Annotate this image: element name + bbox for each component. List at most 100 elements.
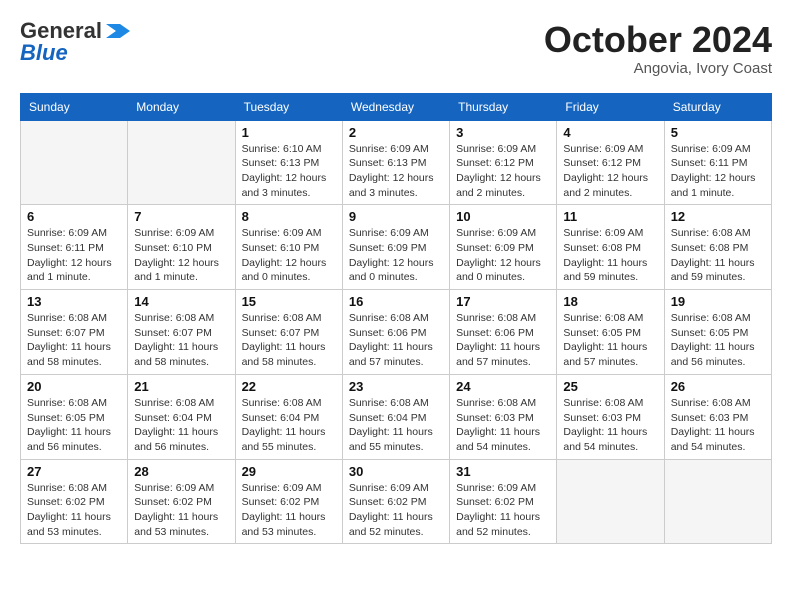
title-block: October 2024 Angovia, Ivory Coast (544, 20, 772, 77)
calendar-cell: 10Sunrise: 6:09 AM Sunset: 6:09 PM Dayli… (450, 205, 557, 290)
logo: General Blue (20, 20, 130, 64)
calendar-cell: 19 Sunrise: 6:08 AM Sunset: 6:05 PM Dayli… (664, 290, 771, 375)
day-info: Sunrise: 6:08 AM Sunset: 6:02 PM Dayligh… (27, 481, 121, 540)
day-info: Sunrise: 6:09 AM Sunset: 6:02 PM Dayligh… (456, 481, 550, 540)
day-number: 26 (671, 379, 765, 394)
day-number: 25 (563, 379, 657, 394)
month-title: October 2024 (544, 20, 772, 60)
day-number: 11 (563, 209, 657, 224)
day-info: Sunrise: 6:09 AM Sunset: 6:02 PM Dayligh… (134, 481, 228, 540)
day-info: Sunrise: 6:09 AM Sunset: 6:13 PM Dayligh… (349, 142, 443, 201)
day-number: 20 (27, 379, 121, 394)
calendar-cell: 13Sunrise: 6:08 AM Sunset: 6:07 PM Dayli… (21, 290, 128, 375)
day-number: 9 (349, 209, 443, 224)
calendar-cell: 14 Sunrise: 6:08 AM Sunset: 6:07 PM Dayli… (128, 290, 235, 375)
day-info: Sunrise: 6:08 AM Sunset: 6:03 PM Dayligh… (456, 396, 550, 455)
day-info: Sunrise: 6:09 AM Sunset: 6:08 PM Dayligh… (563, 226, 657, 285)
calendar-cell: 4Sunrise: 6:09 AM Sunset: 6:12 PM Daylig… (557, 120, 664, 205)
calendar-cell: 27Sunrise: 6:08 AM Sunset: 6:02 PM Dayli… (21, 459, 128, 544)
calendar-cell: 8 Sunrise: 6:09 AM Sunset: 6:10 PM Daylig… (235, 205, 342, 290)
day-number: 15 (242, 294, 336, 309)
day-info: Sunrise: 6:08 AM Sunset: 6:04 PM Dayligh… (242, 396, 336, 455)
calendar-cell: 31 Sunrise: 6:09 AM Sunset: 6:02 PM Dayli… (450, 459, 557, 544)
calendar-cell: 11 Sunrise: 6:09 AM Sunset: 6:08 PM Dayli… (557, 205, 664, 290)
calendar-week-4: 27Sunrise: 6:08 AM Sunset: 6:02 PM Dayli… (21, 459, 772, 544)
day-number: 4 (563, 125, 657, 140)
calendar-week-2: 13Sunrise: 6:08 AM Sunset: 6:07 PM Dayli… (21, 290, 772, 375)
day-info: Sunrise: 6:09 AM Sunset: 6:10 PM Dayligh… (134, 226, 228, 285)
location: Angovia, Ivory Coast (544, 60, 772, 77)
day-info: Sunrise: 6:08 AM Sunset: 6:08 PM Dayligh… (671, 226, 765, 285)
day-number: 2 (349, 125, 443, 140)
calendar-cell: 5 Sunrise: 6:09 AM Sunset: 6:11 PM Daylig… (664, 120, 771, 205)
calendar-cell: 12 Sunrise: 6:08 AM Sunset: 6:08 PM Dayli… (664, 205, 771, 290)
day-number: 16 (349, 294, 443, 309)
day-number: 24 (456, 379, 550, 394)
day-number: 18 (563, 294, 657, 309)
calendar-header-tuesday: Tuesday (235, 93, 342, 120)
logo-blue: Blue (20, 42, 68, 64)
calendar-cell: 15Sunrise: 6:08 AM Sunset: 6:07 PM Dayli… (235, 290, 342, 375)
calendar-cell: 23 Sunrise: 6:08 AM Sunset: 6:04 PM Dayli… (342, 374, 449, 459)
day-number: 6 (27, 209, 121, 224)
day-info: Sunrise: 6:09 AM Sunset: 6:02 PM Dayligh… (349, 481, 443, 540)
calendar-cell: 26 Sunrise: 6:08 AM Sunset: 6:03 PM Dayli… (664, 374, 771, 459)
logo-icon (106, 24, 130, 38)
day-info: Sunrise: 6:08 AM Sunset: 6:03 PM Dayligh… (563, 396, 657, 455)
calendar-week-0: 1 Sunrise: 6:10 AM Sunset: 6:13 PM Daylig… (21, 120, 772, 205)
calendar-header-row: SundayMondayTuesdayWednesdayThursdayFrid… (21, 93, 772, 120)
calendar-cell: 29 Sunrise: 6:09 AM Sunset: 6:02 PM Dayli… (235, 459, 342, 544)
day-number: 22 (242, 379, 336, 394)
day-info: Sunrise: 6:10 AM Sunset: 6:13 PM Dayligh… (242, 142, 336, 201)
calendar-cell: 21 Sunrise: 6:08 AM Sunset: 6:04 PM Dayli… (128, 374, 235, 459)
day-number: 31 (456, 464, 550, 479)
calendar-cell: 3 Sunrise: 6:09 AM Sunset: 6:12 PM Daylig… (450, 120, 557, 205)
day-number: 30 (349, 464, 443, 479)
calendar-cell: 9 Sunrise: 6:09 AM Sunset: 6:09 PM Daylig… (342, 205, 449, 290)
calendar-cell (128, 120, 235, 205)
day-info: Sunrise: 6:08 AM Sunset: 6:07 PM Dayligh… (27, 311, 121, 370)
day-number: 3 (456, 125, 550, 140)
calendar-cell: 7 Sunrise: 6:09 AM Sunset: 6:10 PM Daylig… (128, 205, 235, 290)
calendar-table: SundayMondayTuesdayWednesdayThursdayFrid… (20, 93, 772, 545)
day-info: Sunrise: 6:09 AM Sunset: 6:12 PM Dayligh… (456, 142, 550, 201)
calendar-header-monday: Monday (128, 93, 235, 120)
day-number: 23 (349, 379, 443, 394)
day-number: 21 (134, 379, 228, 394)
day-info: Sunrise: 6:08 AM Sunset: 6:03 PM Dayligh… (671, 396, 765, 455)
calendar-header-thursday: Thursday (450, 93, 557, 120)
day-number: 28 (134, 464, 228, 479)
calendar-cell: 28 Sunrise: 6:09 AM Sunset: 6:02 PM Dayli… (128, 459, 235, 544)
day-number: 29 (242, 464, 336, 479)
calendar-header-saturday: Saturday (664, 93, 771, 120)
calendar-header-wednesday: Wednesday (342, 93, 449, 120)
day-number: 5 (671, 125, 765, 140)
day-info: Sunrise: 6:08 AM Sunset: 6:07 PM Dayligh… (134, 311, 228, 370)
day-info: Sunrise: 6:09 AM Sunset: 6:11 PM Dayligh… (671, 142, 765, 201)
calendar-week-3: 20 Sunrise: 6:08 AM Sunset: 6:05 PM Dayli… (21, 374, 772, 459)
calendar-week-1: 6 Sunrise: 6:09 AM Sunset: 6:11 PM Daylig… (21, 205, 772, 290)
day-info: Sunrise: 6:08 AM Sunset: 6:04 PM Dayligh… (134, 396, 228, 455)
calendar-body: 1 Sunrise: 6:10 AM Sunset: 6:13 PM Daylig… (21, 120, 772, 544)
calendar-cell (557, 459, 664, 544)
day-info: Sunrise: 6:08 AM Sunset: 6:04 PM Dayligh… (349, 396, 443, 455)
calendar-cell: 2 Sunrise: 6:09 AM Sunset: 6:13 PM Daylig… (342, 120, 449, 205)
day-info: Sunrise: 6:09 AM Sunset: 6:02 PM Dayligh… (242, 481, 336, 540)
calendar-cell: 18 Sunrise: 6:08 AM Sunset: 6:05 PM Dayli… (557, 290, 664, 375)
day-info: Sunrise: 6:08 AM Sunset: 6:05 PM Dayligh… (563, 311, 657, 370)
day-number: 14 (134, 294, 228, 309)
day-number: 8 (242, 209, 336, 224)
day-info: Sunrise: 6:09 AM Sunset: 6:09 PM Dayligh… (349, 226, 443, 285)
day-info: Sunrise: 6:08 AM Sunset: 6:05 PM Dayligh… (27, 396, 121, 455)
day-number: 1 (242, 125, 336, 140)
day-number: 19 (671, 294, 765, 309)
day-info: Sunrise: 6:08 AM Sunset: 6:06 PM Dayligh… (349, 311, 443, 370)
day-number: 7 (134, 209, 228, 224)
calendar-cell (664, 459, 771, 544)
day-info: Sunrise: 6:09 AM Sunset: 6:10 PM Dayligh… (242, 226, 336, 285)
day-number: 12 (671, 209, 765, 224)
day-info: Sunrise: 6:08 AM Sunset: 6:06 PM Dayligh… (456, 311, 550, 370)
day-number: 17 (456, 294, 550, 309)
day-info: Sunrise: 6:09 AM Sunset: 6:11 PM Dayligh… (27, 226, 121, 285)
day-info: Sunrise: 6:08 AM Sunset: 6:05 PM Dayligh… (671, 311, 765, 370)
